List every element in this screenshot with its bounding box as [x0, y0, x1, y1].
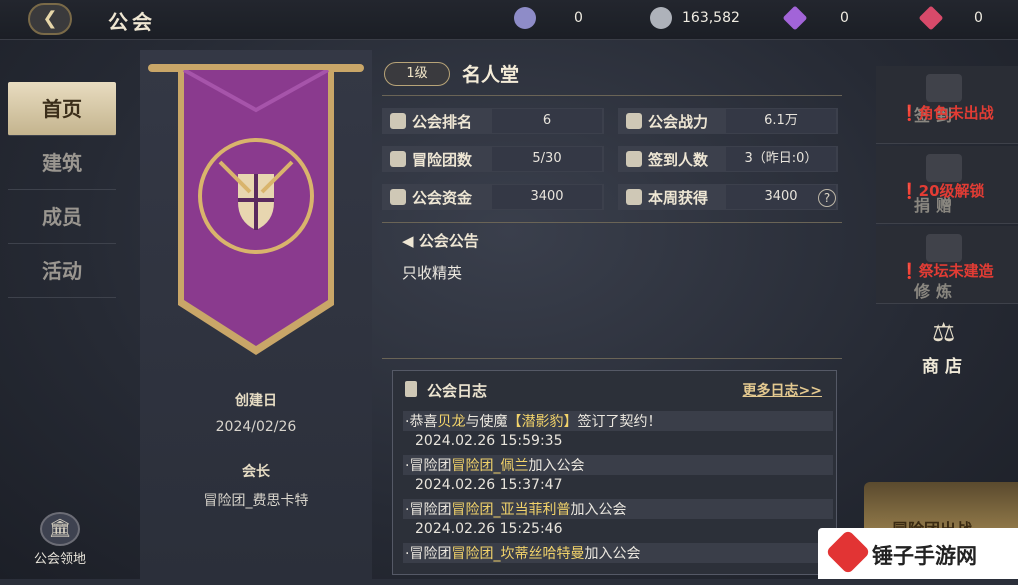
log-timestamp: 2024.02.26 15:37:47	[415, 477, 563, 493]
stat-teams-value: 5/30	[492, 147, 602, 171]
silver-plus-icon	[650, 7, 672, 29]
coin-stack-icon	[626, 189, 642, 205]
watermark: 锤子手游网	[818, 528, 1018, 579]
guild-banner-emblem[interactable]	[158, 70, 354, 360]
notice-title: ◀ 公会公告	[402, 232, 479, 250]
team-icon	[390, 151, 406, 167]
stat-teams: 冒险团数	[382, 146, 472, 172]
checkin-icon	[626, 151, 642, 167]
stat-funds-value: 3400	[492, 185, 602, 209]
divider	[382, 358, 842, 359]
log-message: ·冒险团冒险团_亚当菲利普加入公会	[403, 499, 833, 519]
currency-ruby[interactable]: 0	[918, 5, 1018, 31]
altar-icon	[926, 234, 962, 262]
stat-power: 公会战力	[618, 108, 708, 134]
founded-date: 2024/02/26	[215, 419, 297, 435]
calendar-icon	[926, 74, 962, 102]
shop-button[interactable]: ⚖ 商店	[876, 306, 1018, 384]
speaker-icon: ◀	[402, 232, 419, 250]
crossed-swords-icon	[626, 113, 642, 129]
log-title: 公会日志	[427, 382, 488, 400]
log-message: ·恭喜贝龙与使魔【潜影豹】签订了契约！	[403, 411, 833, 431]
hammer-logo-icon	[825, 529, 871, 575]
donate-warning: ❗20级解锁	[900, 182, 985, 200]
banner-panel: 创建日 2024/02/26 会长 冒险团_费思卡特	[140, 50, 372, 579]
guild-land-label: 公会领地	[33, 552, 86, 567]
stat-rank: 公会排名	[382, 108, 472, 134]
founded-label: 创建日	[235, 393, 277, 409]
nav-item-buildings[interactable]: 建筑	[8, 136, 116, 190]
temple-icon: 🏛	[40, 512, 80, 546]
log-header: 公会日志 更多日志>>	[393, 371, 836, 407]
divider	[382, 95, 842, 96]
diamond-icon	[782, 5, 808, 31]
log-book-icon	[405, 381, 417, 397]
nav-item-members[interactable]: 成员	[8, 190, 116, 244]
scales-icon: ⚖	[932, 318, 956, 348]
donate-box-icon	[926, 154, 962, 182]
guild-log-panel: 公会日志 更多日志>> ·恭喜贝龙与使魔【潜影豹】签订了契约！ 2024.02.…	[392, 370, 837, 575]
refine-warning: ❗祭坛未建造	[900, 262, 994, 280]
leader-label: 会长	[242, 464, 270, 480]
more-logs-link[interactable]: 更多日志>>	[743, 380, 822, 400]
help-icon[interactable]: ?	[818, 189, 836, 207]
currency-value: 163,582	[682, 10, 740, 26]
watermark-text: 锤子手游网	[872, 544, 977, 568]
log-timestamp: 2024.02.26 15:25:46	[415, 521, 563, 537]
money-bag-icon	[390, 189, 406, 205]
back-button[interactable]: ❮	[28, 3, 72, 35]
log-entry: ·冒险团冒险团_坎蒂丝哈特曼加入公会	[397, 541, 833, 585]
top-bar: ❮ 公会 0 163,582 0 0	[0, 0, 1018, 40]
currency-value: 0	[840, 10, 849, 26]
checkin-button[interactable]: 签到 ❗角色未出战	[876, 66, 1018, 144]
log-entry: ·冒险团冒险团_亚当菲利普加入公会 2024.02.26 15:25:46	[397, 497, 833, 541]
notice-text: 只收精英	[402, 264, 463, 282]
stat-funds: 公会资金	[382, 184, 472, 210]
refine-label: 修炼	[914, 282, 959, 301]
nav-item-activities[interactable]: 活动	[8, 244, 116, 298]
crystal-plus-icon	[514, 7, 536, 29]
leader-name: 冒险团_费思卡特	[203, 493, 309, 509]
donate-button[interactable]: 捐赠 ❗20级解锁	[876, 146, 1018, 224]
shop-label: 商店	[922, 357, 968, 377]
log-entry: ·恭喜贝龙与使魔【潜影豹】签订了契约！ 2024.02.26 15:59:35	[397, 409, 833, 453]
log-message: ·冒险团冒险团_坎蒂丝哈特曼加入公会	[403, 543, 833, 563]
divider	[382, 222, 842, 223]
left-nav: 首页 建筑 成员 活动	[8, 82, 116, 298]
stat-checkins: 签到人数	[618, 146, 708, 172]
currency-value: 0	[974, 10, 983, 26]
currency-value: 0	[574, 10, 583, 26]
back-arrow-icon: ❮	[42, 8, 58, 29]
log-message: ·冒险团冒险团_佩兰加入公会	[403, 455, 833, 475]
guild-name: 名人堂	[462, 64, 520, 86]
stat-weekly: 本周获得	[618, 184, 708, 210]
nav-item-home[interactable]: 首页	[8, 82, 116, 136]
currency-crystal[interactable]: 0	[514, 6, 634, 30]
log-entry: ·冒险团冒险团_佩兰加入公会 2024.02.26 15:37:47	[397, 453, 833, 497]
refine-button[interactable]: 修炼 ❗祭坛未建造	[876, 226, 1018, 304]
log-timestamp: 2024.02.26 15:59:35	[415, 433, 563, 449]
currency-silver[interactable]: 163,582	[650, 6, 742, 30]
stat-checkins-value: 3（昨日:0）	[726, 147, 836, 171]
currency-diamond[interactable]: 0	[782, 5, 900, 31]
checkin-warning: ❗角色未出战	[900, 104, 994, 122]
guild-land-button[interactable]: 🏛 公会领地	[20, 512, 100, 567]
guild-level-badge: 1级	[384, 62, 450, 86]
stat-rank-value: 6	[492, 109, 602, 133]
page-title: 公会	[108, 10, 156, 34]
ruby-plus-icon	[918, 5, 944, 31]
stat-power-value: 6.1万	[726, 109, 836, 133]
trophy-icon	[390, 113, 406, 129]
